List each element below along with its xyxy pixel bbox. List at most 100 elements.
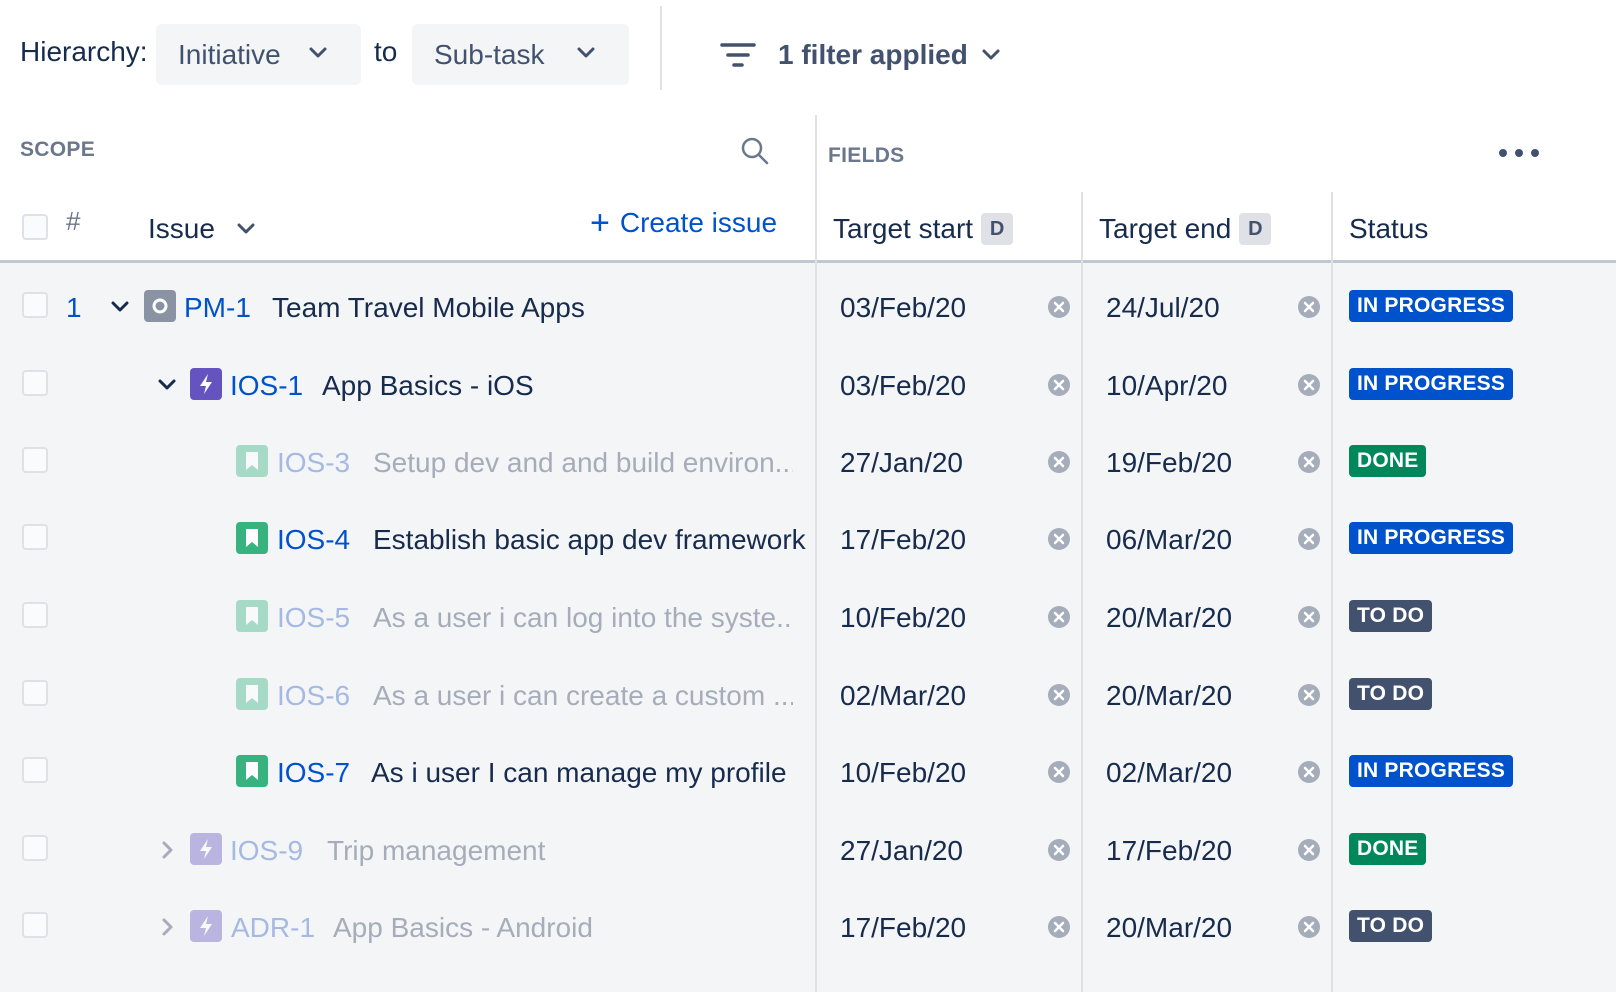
target-start-value[interactable]: 03/Feb/20 bbox=[840, 292, 966, 324]
chevron-right-icon[interactable] bbox=[157, 917, 177, 937]
clear-icon[interactable] bbox=[1297, 683, 1321, 707]
column-divider[interactable] bbox=[1331, 192, 1333, 992]
table-row[interactable]: IOS-7 As i user I can manage my profile … bbox=[0, 732, 1616, 810]
target-start-value[interactable]: 17/Feb/20 bbox=[840, 912, 966, 944]
issue-key-link[interactable]: IOS-9 bbox=[230, 835, 303, 867]
status-badge[interactable]: TO DO bbox=[1349, 678, 1433, 710]
status-badge[interactable]: TO DO bbox=[1349, 600, 1433, 632]
clear-icon[interactable] bbox=[1047, 295, 1071, 319]
clear-icon[interactable] bbox=[1297, 605, 1321, 629]
chevron-down-icon[interactable] bbox=[157, 375, 177, 395]
row-checkbox[interactable] bbox=[22, 524, 48, 550]
target-end-value[interactable]: 19/Feb/20 bbox=[1106, 447, 1232, 479]
issue-key-link[interactable]: PM-1 bbox=[184, 292, 251, 324]
issue-key-link[interactable]: IOS-4 bbox=[277, 524, 350, 556]
row-checkbox[interactable] bbox=[22, 680, 48, 706]
table-row[interactable]: IOS-6 As a user i can create a custom ..… bbox=[0, 655, 1616, 733]
status-badge[interactable]: IN PROGRESS bbox=[1349, 290, 1514, 322]
table-row[interactable]: IOS-3 Setup dev and and build environ...… bbox=[0, 422, 1616, 500]
table-row[interactable]: IOS-4 Establish basic app dev framework … bbox=[0, 499, 1616, 577]
issue-column-header[interactable]: Issue bbox=[148, 200, 255, 258]
issue-title: Setup dev and and build environ... bbox=[373, 447, 793, 478]
table-row[interactable]: IOS-5 As a user i can log into the syste… bbox=[0, 577, 1616, 655]
create-issue-button[interactable]: + Create issue bbox=[590, 206, 777, 240]
clear-icon[interactable] bbox=[1047, 838, 1071, 862]
target-start-value[interactable]: 02/Mar/20 bbox=[840, 680, 966, 712]
issue-key-link[interactable]: IOS-5 bbox=[277, 602, 350, 634]
clear-icon[interactable] bbox=[1047, 605, 1071, 629]
column-divider[interactable] bbox=[1081, 192, 1083, 992]
target-end-date-badge: D bbox=[1239, 213, 1272, 245]
chevron-right-icon[interactable] bbox=[157, 840, 177, 860]
status-header[interactable]: Status bbox=[1349, 200, 1428, 258]
filter-button[interactable]: 1 filter applied bbox=[718, 26, 1000, 84]
search-icon[interactable] bbox=[740, 136, 770, 166]
hierarchy-to-value: Sub-task bbox=[434, 38, 545, 70]
target-end-value[interactable]: 20/Mar/20 bbox=[1106, 680, 1232, 712]
select-all-checkbox[interactable] bbox=[22, 214, 48, 240]
clear-icon[interactable] bbox=[1297, 373, 1321, 397]
target-end-value[interactable]: 20/Mar/20 bbox=[1106, 912, 1232, 944]
clear-icon[interactable] bbox=[1297, 450, 1321, 474]
table-row[interactable]: IOS-1 App Basics - iOS 03/Feb/20 10/Apr/… bbox=[0, 345, 1616, 423]
chevron-down-icon bbox=[309, 47, 327, 58]
target-start-value[interactable]: 17/Feb/20 bbox=[840, 524, 966, 556]
issue-key-link[interactable]: IOS-3 bbox=[277, 447, 350, 479]
clear-icon[interactable] bbox=[1047, 915, 1071, 939]
row-checkbox[interactable] bbox=[22, 835, 48, 861]
target-start-header[interactable]: Target start D bbox=[833, 200, 1014, 258]
row-checkbox[interactable] bbox=[22, 447, 48, 473]
more-options-icon[interactable] bbox=[1496, 140, 1542, 166]
row-checkbox[interactable] bbox=[22, 292, 48, 318]
target-start-value[interactable]: 27/Jan/20 bbox=[840, 835, 963, 867]
chevron-down-icon[interactable] bbox=[110, 297, 130, 317]
target-start-value[interactable]: 10/Feb/20 bbox=[840, 602, 966, 634]
target-start-value[interactable]: 03/Feb/20 bbox=[840, 370, 966, 402]
clear-icon[interactable] bbox=[1297, 760, 1321, 784]
status-badge[interactable]: IN PROGRESS bbox=[1349, 368, 1514, 400]
clear-icon[interactable] bbox=[1297, 527, 1321, 551]
issue-key-link[interactable]: IOS-7 bbox=[277, 757, 350, 789]
status-badge[interactable]: DONE bbox=[1349, 833, 1427, 865]
hierarchy-from-select[interactable]: Initiative bbox=[156, 24, 361, 85]
status-badge[interactable]: DONE bbox=[1349, 445, 1427, 477]
initiative-icon bbox=[144, 290, 176, 322]
clear-icon[interactable] bbox=[1297, 295, 1321, 319]
row-checkbox[interactable] bbox=[22, 912, 48, 938]
hierarchy-to-select[interactable]: Sub-task bbox=[412, 24, 629, 85]
clear-icon[interactable] bbox=[1297, 838, 1321, 862]
target-end-value[interactable]: 17/Feb/20 bbox=[1106, 835, 1232, 867]
scope-fields-divider[interactable] bbox=[815, 115, 817, 992]
issue-key-link[interactable]: ADR-1 bbox=[231, 912, 315, 944]
clear-icon[interactable] bbox=[1047, 527, 1071, 551]
table-row[interactable]: ADR-1 App Basics - Android 17/Feb/20 20/… bbox=[0, 887, 1616, 965]
table-row[interactable]: IOS-9 Trip management 27/Jan/20 17/Feb/2… bbox=[0, 810, 1616, 888]
issue-grid: 1 PM-1 Team Travel Mobile Apps 03/Feb/20… bbox=[0, 263, 1616, 992]
issue-key-link[interactable]: IOS-6 bbox=[277, 680, 350, 712]
clear-icon[interactable] bbox=[1047, 450, 1071, 474]
target-start-value[interactable]: 27/Jan/20 bbox=[840, 447, 963, 479]
clear-icon[interactable] bbox=[1047, 683, 1071, 707]
issue-key-link[interactable]: IOS-1 bbox=[230, 370, 303, 402]
target-end-value[interactable]: 10/Apr/20 bbox=[1106, 370, 1227, 402]
plus-icon: + bbox=[590, 204, 610, 242]
row-checkbox[interactable] bbox=[22, 602, 48, 628]
status-header-label: Status bbox=[1349, 213, 1429, 244]
target-start-value[interactable]: 10/Feb/20 bbox=[840, 757, 966, 789]
clear-icon[interactable] bbox=[1297, 915, 1321, 939]
target-end-value[interactable]: 20/Mar/20 bbox=[1106, 602, 1232, 634]
row-checkbox[interactable] bbox=[22, 370, 48, 396]
clear-icon[interactable] bbox=[1047, 760, 1071, 784]
target-end-value[interactable]: 02/Mar/20 bbox=[1106, 757, 1232, 789]
status-badge[interactable]: IN PROGRESS bbox=[1349, 755, 1514, 787]
row-checkbox[interactable] bbox=[22, 757, 48, 783]
table-row[interactable]: 1 PM-1 Team Travel Mobile Apps 03/Feb/20… bbox=[0, 267, 1616, 345]
status-badge[interactable]: TO DO bbox=[1349, 910, 1433, 942]
clear-icon[interactable] bbox=[1047, 373, 1071, 397]
status-badge[interactable]: IN PROGRESS bbox=[1349, 522, 1514, 554]
issue-title: App Basics - Android bbox=[333, 912, 593, 943]
target-end-header[interactable]: Target end D bbox=[1099, 200, 1272, 258]
create-issue-label: Create issue bbox=[619, 207, 778, 238]
target-end-value[interactable]: 24/Jul/20 bbox=[1106, 292, 1220, 324]
target-end-value[interactable]: 06/Mar/20 bbox=[1106, 524, 1232, 556]
